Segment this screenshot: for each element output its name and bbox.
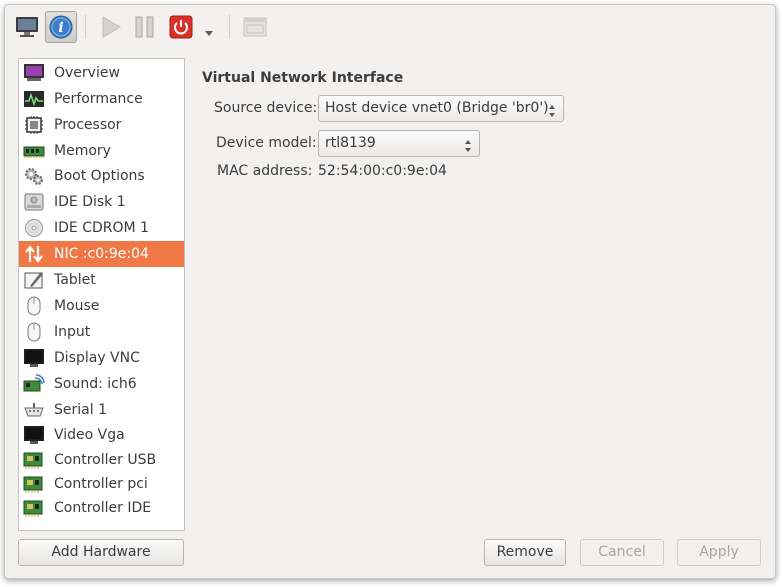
monitor-icon: [15, 16, 39, 42]
hardware-item-label: Sound: ich6: [54, 376, 137, 392]
hardware-item-input[interactable]: Input: [19, 319, 184, 345]
hardware-item-label: Tablet: [54, 272, 96, 288]
controller-icon: [23, 450, 45, 470]
hardware-item-label: Processor: [54, 117, 122, 133]
hardware-item-ide-disk[interactable]: IDE Disk 1: [19, 189, 184, 215]
hardware-item-label: Controller pci: [54, 476, 148, 492]
run-button[interactable]: [94, 11, 126, 43]
controller-icon: [23, 498, 45, 518]
device-model-value: rtl8139: [325, 135, 376, 151]
hardware-item-label: Mouse: [54, 298, 100, 314]
toolbar-separator: [229, 15, 230, 39]
hardware-item-label: Input: [54, 324, 91, 340]
serial-icon: [23, 400, 45, 420]
tablet-icon: [23, 270, 45, 290]
hardware-item-video[interactable]: Video Vga: [19, 422, 184, 448]
hardware-item-label: Controller IDE: [54, 500, 152, 516]
combo-arrows-icon: [464, 137, 472, 152]
hardware-list[interactable]: Overview Performance Processor Memory Bo…: [18, 58, 185, 531]
memory-icon: [23, 141, 45, 161]
apply-button[interactable]: Apply: [677, 539, 761, 566]
mouse-icon: [23, 322, 45, 342]
nic-icon: [23, 244, 45, 264]
hardware-item-label: Serial 1: [54, 402, 107, 418]
hardware-item-memory[interactable]: Memory: [19, 138, 184, 164]
mac-address-label: MAC address:: [217, 163, 313, 179]
remove-button[interactable]: Remove: [484, 539, 566, 566]
pause-icon: [134, 16, 156, 42]
hardware-item-mouse[interactable]: Mouse: [19, 293, 184, 319]
video-icon: [23, 425, 45, 445]
mouse-icon: [23, 296, 45, 316]
source-device-value: Host device vnet0 (Bridge 'br0'): [325, 100, 549, 116]
source-device-combo[interactable]: Host device vnet0 (Bridge 'br0'): [318, 95, 564, 122]
device-model-combo[interactable]: rtl8139: [318, 130, 480, 157]
display-icon: [23, 348, 45, 368]
mac-address-value: 52:54:00:c0:9e:04: [318, 163, 447, 179]
hardware-item-label: Display VNC: [54, 350, 140, 366]
hardware-item-boot-options[interactable]: Boot Options: [19, 163, 184, 189]
controller-icon: [23, 474, 45, 494]
cdrom-icon: [23, 218, 45, 238]
shutdown-button[interactable]: [165, 11, 197, 43]
play-icon: [100, 16, 122, 42]
fullscreen-button[interactable]: [239, 11, 271, 43]
hardware-item-performance[interactable]: Performance: [19, 86, 184, 112]
hardware-item-label: Video Vga: [54, 427, 125, 443]
details-view-button[interactable]: i: [45, 11, 77, 43]
hardware-item-tablet[interactable]: Tablet: [19, 267, 184, 293]
hardware-item-label: IDE CDROM 1: [54, 220, 149, 236]
hardware-item-label: Performance: [54, 91, 143, 107]
sound-icon: [23, 374, 45, 394]
hardware-item-display-vnc[interactable]: Display VNC: [19, 345, 184, 371]
toolbar: i: [5, 5, 775, 49]
dropdown-arrow-icon: [204, 25, 214, 41]
boot-options-icon: [23, 166, 45, 186]
combo-arrows-icon: [548, 102, 556, 117]
hardware-item-sound[interactable]: Sound: ich6: [19, 371, 184, 397]
svg-text:i: i: [58, 20, 63, 36]
processor-icon: [23, 115, 45, 135]
source-device-label: Source device:: [214, 100, 318, 116]
hardware-item-controller-pci[interactable]: Controller pci: [19, 471, 184, 497]
overview-icon: [23, 63, 45, 83]
shutdown-menu-button[interactable]: [199, 11, 219, 43]
hardware-item-nic[interactable]: NIC :c0:9e:04: [19, 241, 184, 267]
disk-icon: [23, 192, 45, 212]
cancel-button[interactable]: Cancel: [580, 539, 664, 566]
hardware-item-label: Memory: [54, 143, 111, 159]
info-icon: i: [49, 15, 73, 43]
hardware-item-processor[interactable]: Processor: [19, 112, 184, 138]
hardware-item-serial[interactable]: Serial 1: [19, 397, 184, 423]
hardware-item-label: Controller USB: [54, 452, 157, 468]
hardware-item-controller-usb[interactable]: Controller USB: [19, 447, 184, 473]
hardware-item-label: Overview: [54, 65, 120, 81]
fullscreen-icon: [243, 17, 267, 41]
pause-button[interactable]: [129, 11, 161, 43]
vm-details-window: i Overview Performance Processor Memory …: [4, 4, 776, 579]
power-icon: [169, 15, 193, 43]
hardware-item-overview[interactable]: Overview: [19, 60, 184, 86]
performance-icon: [23, 89, 45, 109]
device-model-label: Device model:: [216, 135, 317, 151]
hardware-item-controller-ide[interactable]: Controller IDE: [19, 495, 184, 521]
section-title: Virtual Network Interface: [202, 70, 404, 86]
hardware-item-ide-cdrom[interactable]: IDE CDROM 1: [19, 215, 184, 241]
hardware-item-label: NIC :c0:9e:04: [54, 246, 149, 262]
console-view-button[interactable]: [11, 11, 43, 43]
hardware-item-label: Boot Options: [54, 168, 145, 184]
add-hardware-button[interactable]: Add Hardware: [18, 539, 184, 566]
hardware-item-label: IDE Disk 1: [54, 194, 126, 210]
toolbar-separator: [85, 15, 86, 39]
